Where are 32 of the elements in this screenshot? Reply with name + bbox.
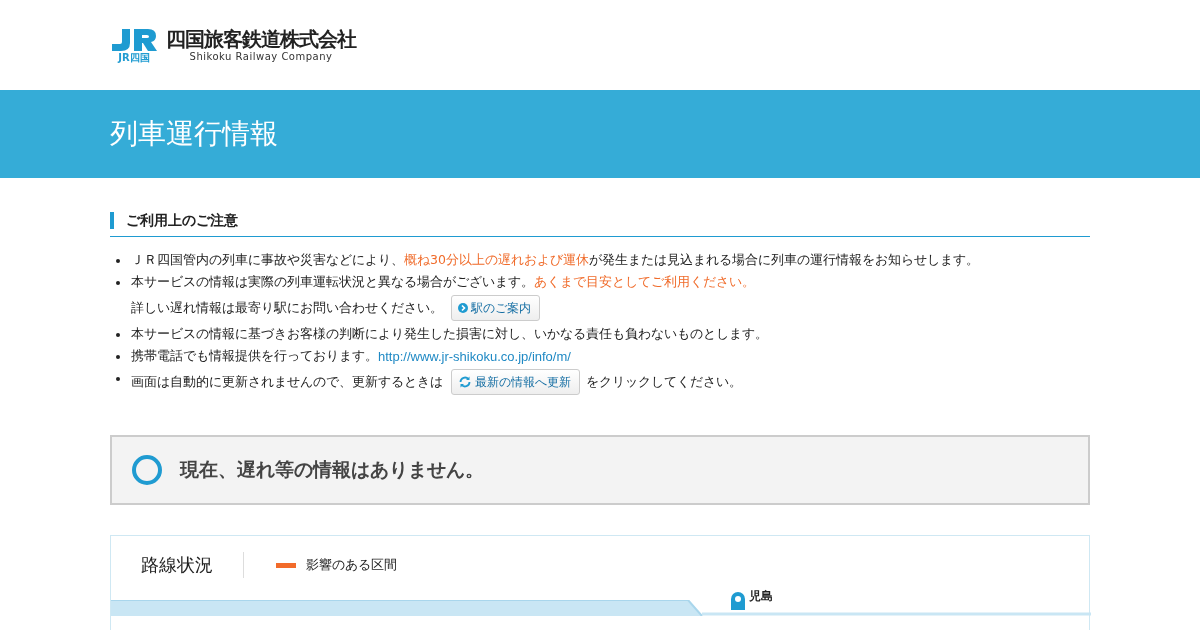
bullet-icon [116,281,120,285]
notice-text: 画面は自動的に更新されませんので、更新するときは [131,373,443,391]
circle-icon [132,455,162,485]
bullet-icon [116,259,120,263]
company-name: 四国旅客鉄道株式会社 [166,27,356,51]
notice-text: 本サービスの情報に基づきお客様の判断により発生した損害に対し、いかなる責任も負わないものとします。 [131,325,768,343]
notice-text: が発生または見込まれる場合に列車の運行情報をお知らせします。 [588,251,979,269]
station-name: 児島 [749,588,773,605]
emphasis-text: あくまで目安としてご利用ください。 [534,273,755,291]
action-button[interactable]: 駅のご案内 [451,295,540,321]
notice-text: ＪＲ四国管内の列車に事故や災害などにより、 [131,251,404,269]
notice-text: をクリックしてください。 [586,373,742,391]
status-message: 現在、遅れ等の情報はありません。 [180,457,484,482]
action-button[interactable]: 最新の情報へ更新 [451,369,580,395]
notice-text: 詳しい遅れ情報は最寄り駅にお問い合わせください。 [131,299,443,317]
page-title: 列車運行情報 [110,116,278,152]
arrow-circle-icon [458,303,468,313]
company-name-english: Shikoku Railway Company [189,51,333,62]
notice-text: 本サービスの情報は実際の列車運転状況と異なる場合がございます。 [131,273,534,291]
logo-caption: JR四国 [118,53,150,63]
legend-label: 影響のある区間 [306,556,397,574]
station-marker-icon [731,592,745,610]
bullet-icon [116,377,120,381]
notice-heading: ご利用上のご注意 [110,212,1090,229]
refresh-icon [458,375,472,389]
notice-text: 携帯電話でも情報提供を行っております。 [131,347,378,365]
bullet-icon [116,355,120,359]
mobile-link[interactable]: http://www.jr-shikoku.co.jp/info/m/ [378,348,571,364]
jr-logo-icon [110,27,158,53]
route-title: 路線状況 [111,552,244,578]
bullet-icon [116,333,120,337]
emphasis-text: 概ね30分以上の遅れおよび運休 [404,251,589,269]
